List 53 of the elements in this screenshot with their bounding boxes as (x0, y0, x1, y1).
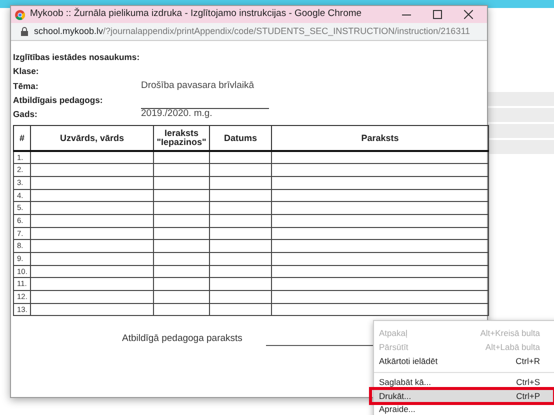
table-cell (154, 252, 210, 266)
table-cell (210, 189, 272, 202)
table-cell (210, 214, 272, 228)
column-header: Uzvārds, vārds (30, 126, 154, 151)
background-row (488, 140, 554, 154)
table-cell (154, 303, 210, 316)
field-value: Drošība pavasara brīvlaikā (141, 78, 254, 93)
maximize-icon[interactable] (433, 10, 442, 19)
table-cell (154, 150, 210, 164)
field-label: Tēma: (13, 80, 40, 92)
table-cell (154, 176, 210, 190)
menu-item[interactable]: Saglabāt kā... Ctrl+S (374, 376, 554, 390)
window-title: Mykoob :: Žurnāla pielikuma izdruka - Izglītojamo instrukcijas - Google Chrome (30, 7, 363, 22)
column-header: Ieraksts "Iepazinos" (154, 126, 210, 151)
field-label: Gads: (13, 108, 38, 120)
table-cell (210, 290, 272, 304)
signature-label: Atbildīgā pedagoga paraksts (122, 332, 242, 346)
table-cell (154, 202, 210, 214)
background-row (488, 124, 554, 138)
table-cell (154, 227, 210, 240)
table-cell (154, 164, 210, 176)
field-label: Izglītības iestādes nosaukums: (13, 51, 140, 64)
column-header: # (14, 126, 30, 151)
column-header: Paraksts (272, 126, 488, 151)
table-cell (210, 150, 272, 164)
table-cell (210, 164, 272, 176)
url-text[interactable]: school.mykoob.lv/?journalappendix/printAppendix/code/STUDENTS_SEC_INSTRUCTION/instruction/216311 (34, 24, 470, 38)
table-cell (154, 278, 210, 291)
menu-item[interactable]: Atkārtoti ielādēt Ctrl+R (374, 354, 554, 368)
menu-item[interactable]: Apraide... (374, 402, 554, 415)
field-value: 2019./2020. m.g. (141, 107, 212, 122)
table-cell (210, 278, 272, 291)
table-cell (210, 240, 272, 252)
table-cell (154, 189, 210, 202)
background-row (488, 92, 554, 106)
background-row (488, 108, 554, 122)
field-label: Atbildīgais pedagogs: (13, 94, 104, 106)
table-cell (210, 252, 272, 266)
column-header: Datums (210, 126, 272, 151)
table-cell (210, 176, 272, 190)
table-cell (210, 265, 272, 278)
table-cell (154, 214, 210, 228)
field-label: Klase: (13, 65, 39, 78)
table-cell (154, 290, 210, 304)
address-bar[interactable]: school.mykoob.lv/?journalappendix/printAppendix/code/STUDENTS_SEC_INSTRUCTION/instruction/216311 (11, 23, 487, 41)
table-cell (210, 202, 272, 214)
chrome-logo-icon (15, 10, 25, 20)
table-cell (154, 240, 210, 252)
table-cell (154, 265, 210, 278)
lock-icon (21, 27, 28, 36)
close-icon[interactable] (464, 10, 473, 19)
table-cell (210, 303, 272, 316)
table-cell (210, 227, 272, 240)
